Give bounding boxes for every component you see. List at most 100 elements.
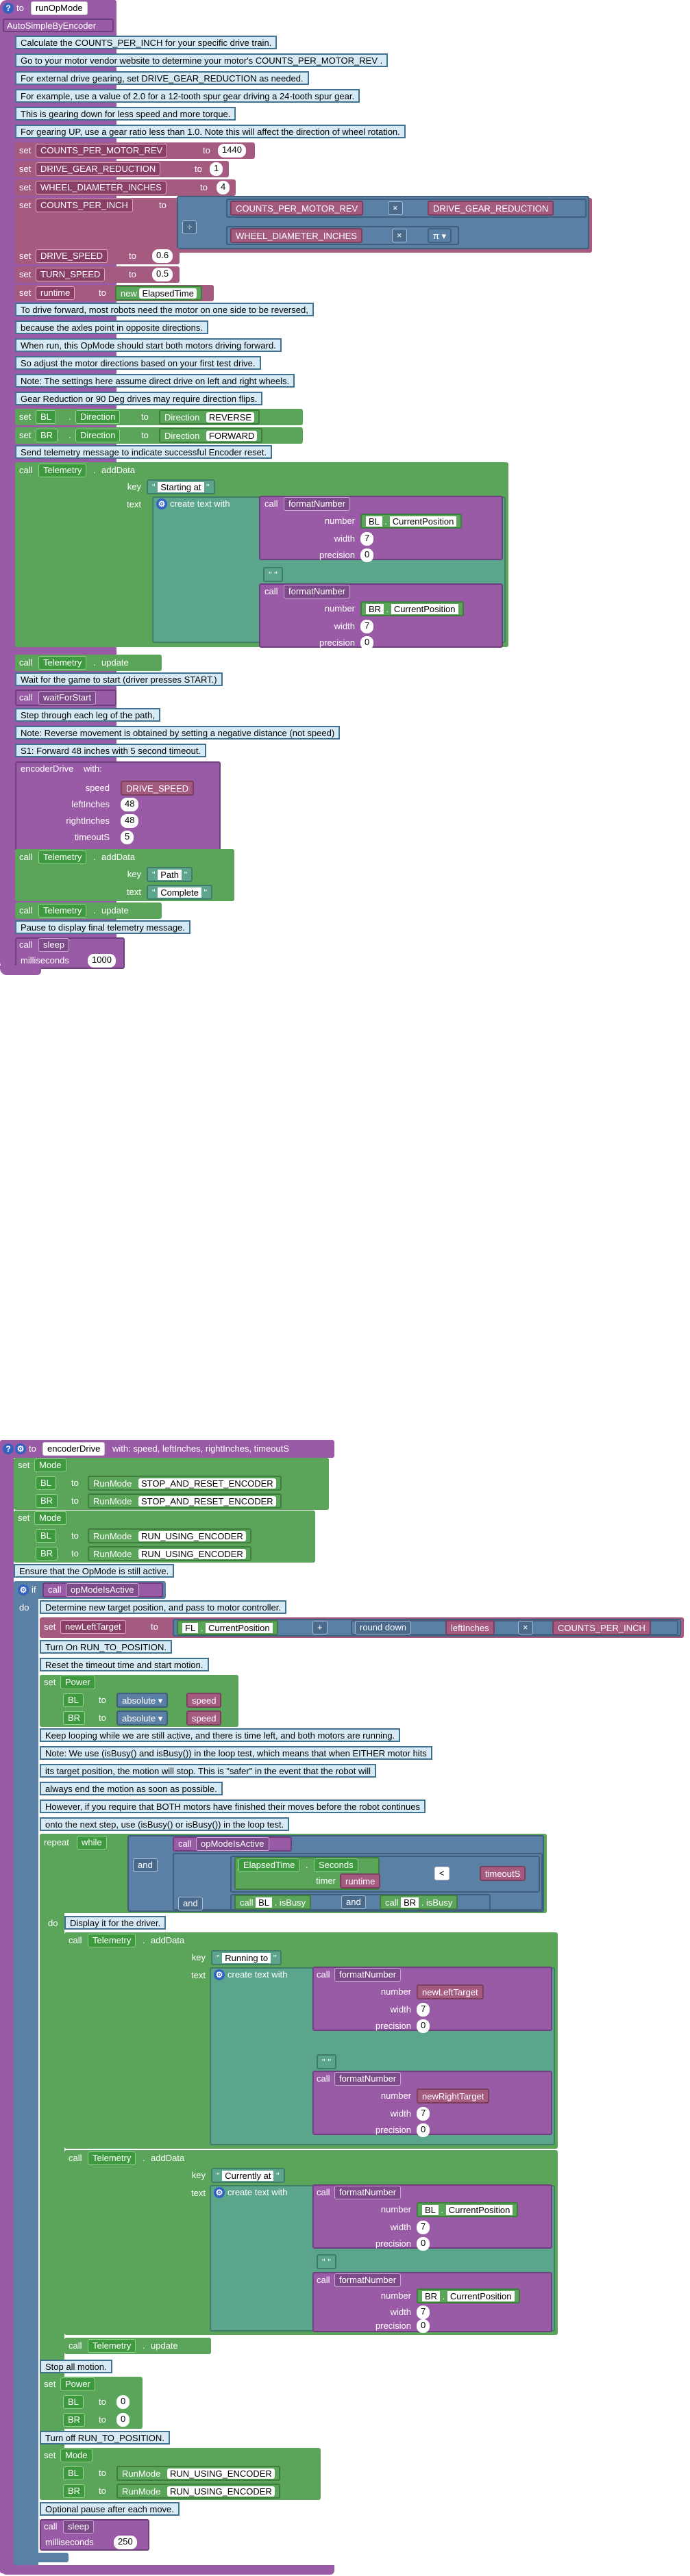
property-dropdown[interactable]: Power [60,2377,95,2391]
number-field[interactable]: 7 [417,2221,430,2234]
motor-dropdown[interactable]: BL [36,1476,56,1490]
number-field[interactable]: 7 [417,2306,430,2319]
variable-getter[interactable]: COUNTS_PER_MOTOR_REV [230,201,364,216]
variable-getter[interactable]: WHEEL_DIAMETER_INCHES [230,228,362,243]
operator-dropdown[interactable]: + [312,1621,328,1634]
text-literal[interactable]: " Currently at " [211,2168,285,2183]
gear-icon[interactable]: ⚙ [214,1969,225,1980]
variable-getter[interactable]: leftInches [445,1620,495,1635]
comment-block[interactable]: Note: Reverse movement is obtained by se… [15,726,341,740]
number-field[interactable]: 4 [217,181,230,194]
variable-getter[interactable]: timeoutS [480,1866,526,1881]
telemetry-dropdown[interactable]: Telemetry [38,904,87,918]
help-icon[interactable]: ? [3,1443,14,1454]
comment-block[interactable]: Ensure that the OpMode is still active. [14,1564,175,1578]
comment-block[interactable]: For gearing UP, use a gear ratio less th… [15,125,406,138]
comment-block[interactable]: Gear Reduction or 90 Deg drives may requ… [15,392,263,405]
if-block[interactable] [14,1581,38,2567]
number-field[interactable]: 0 [417,2237,430,2251]
math-function-dropdown[interactable]: round down [355,1621,411,1634]
variable-dropdown[interactable]: DRIVE_SPEED [36,249,108,263]
variable-dropdown[interactable]: runtime [36,286,75,300]
number-field[interactable]: 0 [417,2319,430,2333]
motor-dropdown[interactable]: BL [63,2395,84,2409]
property-dropdown[interactable]: Direction [75,410,121,424]
number-field[interactable]: 0 [360,636,374,650]
logic-dropdown[interactable]: and [133,1858,158,1872]
comment-block[interactable]: Display it for the driver. [64,1916,167,1930]
method-dropdown[interactable]: opModeIsActive [66,1583,139,1597]
logic-dropdown[interactable]: and [178,1897,203,1910]
comment-block[interactable]: This is gearing down for less speed and … [15,107,236,121]
comment-block[interactable]: Note: We use (isBusy() and isBusy()) in … [40,1746,432,1760]
comment-block[interactable]: For example, use a value of 2.0 for a 12… [15,89,360,103]
text-literal[interactable]: " Running to " [211,1950,282,1965]
gear-icon[interactable]: ⚙ [18,1584,29,1595]
gear-icon[interactable]: ⚙ [156,498,167,509]
space-text-literal[interactable]: " " [263,567,283,582]
comment-block[interactable]: Determine new target position, and pass … [40,1600,286,1614]
comment-block[interactable]: Wait for the game to start (driver press… [15,672,223,686]
number-field[interactable]: 7 [360,620,374,633]
gear-icon[interactable]: ⚙ [15,1443,26,1454]
telemetry-dropdown[interactable]: Telemetry [88,2151,136,2165]
number-field[interactable]: 0 [116,2395,130,2409]
property-dropdown[interactable]: Mode [60,2449,93,2462]
number-field[interactable]: 1000 [88,954,116,968]
variable-getter[interactable]: COUNTS_PER_INCH [552,1620,651,1635]
loop-mode-dropdown[interactable]: while [77,1836,107,1849]
comment-block[interactable]: Calculate the COUNTS_PER_INCH for your s… [15,36,278,49]
number-field[interactable]: 5 [121,831,134,844]
motor-dropdown[interactable]: BL [36,410,56,424]
property-dropdown[interactable]: Direction [75,429,121,442]
motor-dropdown[interactable]: BR [63,1711,86,1725]
direction-enum-block[interactable]: Direction REVERSE [159,409,260,425]
text-literal[interactable]: " Path " [147,867,193,882]
comment-block[interactable]: Send telemetry message to indicate succe… [15,445,273,459]
variable-getter[interactable]: DRIVE_SPEED [121,781,195,796]
motor-position-block[interactable]: BL . CurrentPosition [417,2202,519,2217]
absolute-block[interactable]: absolute ▾ [116,1693,169,1708]
method-dropdown[interactable]: waitForStart [38,691,97,705]
telemetry-update-block[interactable] [64,2338,211,2354]
motor-dropdown[interactable]: BR [63,2413,86,2427]
comment-block[interactable]: However, if you require that BOTH motors… [40,1800,426,1813]
method-dropdown[interactable]: formatNumber [334,2072,402,2086]
motor-dropdown[interactable]: BL [36,1529,56,1543]
method-dropdown[interactable]: formatNumber [334,1968,402,1982]
telemetry-update-block[interactable] [15,902,162,919]
variable-getter[interactable]: DRIVE_GEAR_REDUCTION [428,201,554,216]
telemetry-update-block[interactable] [15,655,162,671]
operator-dropdown[interactable]: × [392,229,407,242]
new-elapsed-time-block[interactable]: new ElapsedTime [115,286,202,301]
variable-dropdown[interactable]: newLeftTarget [60,1620,126,1634]
method-dropdown[interactable]: formatNumber [284,497,351,511]
comment-block[interactable]: For external drive gearing, set DRIVE_GE… [15,71,309,85]
operator-dropdown[interactable]: ÷ [182,220,197,234]
comment-block[interactable]: because the axles point in opposite dire… [15,320,208,334]
number-field[interactable]: 0 [116,2413,130,2427]
run-mode-enum-block[interactable]: RunMode RUN_USING_ENCODER [88,1528,251,1543]
number-field[interactable]: 0 [417,2019,430,2033]
method-dropdown[interactable]: formatNumber [334,2186,402,2199]
telemetry-dropdown[interactable]: Telemetry [38,464,87,477]
comment-block[interactable]: its target position, the motion will sto… [40,1764,377,1778]
comment-block[interactable]: always end the motion as soon as possibl… [40,1782,223,1795]
property-dropdown[interactable]: Power [60,1676,95,1689]
comment-block[interactable]: onto the next step, use (isBusy() or isB… [40,1817,290,1831]
variable-dropdown[interactable]: TURN_SPEED [36,268,106,281]
variable-getter[interactable]: speed [186,1693,222,1708]
run-mode-enum-block[interactable]: RunMode STOP_AND_RESET_ENCODER [88,1476,282,1491]
method-dropdown[interactable]: formatNumber [334,2273,402,2287]
number-field[interactable]: 7 [417,2003,430,2017]
comment-block[interactable]: Reset the timeout time and start motion. [40,1658,209,1671]
number-field[interactable]: 1440 [218,144,246,157]
motor-position-block[interactable]: FL . CurrentPosition [177,1620,278,1635]
comment-block[interactable]: Turn On RUN_TO_POSITION. [40,1640,172,1654]
pi-constant[interactable]: π ▾ [428,228,452,243]
motor-dropdown[interactable]: BR [36,1494,58,1508]
number-field[interactable]: 0 [417,2123,430,2137]
operator-dropdown[interactable]: × [518,1621,533,1634]
run-mode-enum-block[interactable]: RunMode RUN_USING_ENCODER [116,2466,280,2481]
method-dropdown[interactable]: formatNumber [284,585,351,598]
